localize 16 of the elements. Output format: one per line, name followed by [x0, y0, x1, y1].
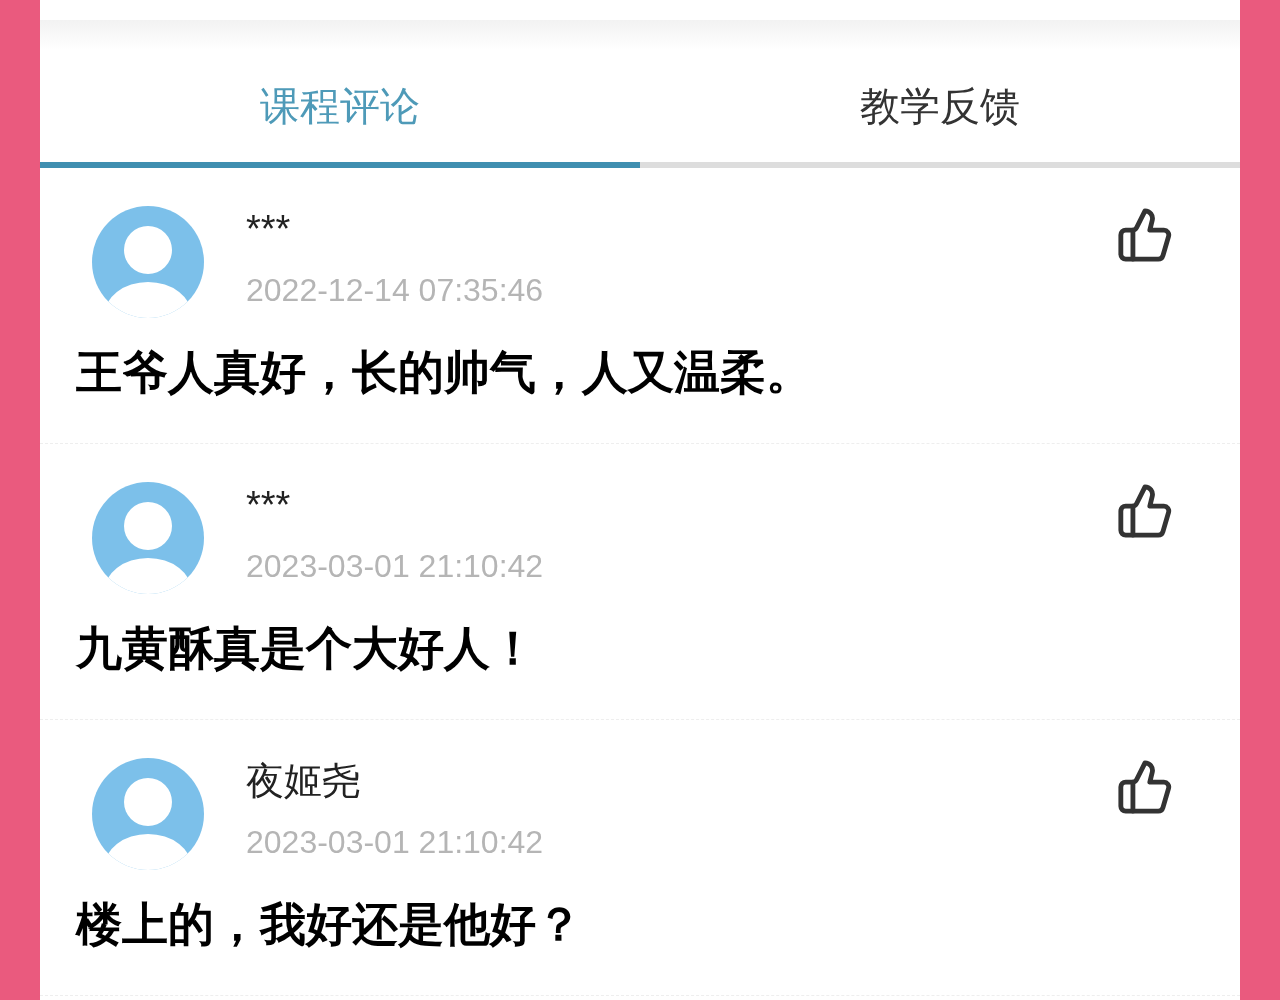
user-name: ***	[246, 483, 292, 528]
tab[interactable]: 教学反馈	[640, 50, 1240, 168]
comment-time: 2022-12-14 07:35:46	[246, 271, 545, 310]
like-button[interactable]	[1116, 758, 1174, 816]
user-name: 夜姬尧	[246, 759, 361, 804]
user-name: ***	[246, 207, 292, 252]
avatar-icon	[90, 756, 206, 872]
avatar-icon	[90, 204, 206, 320]
comment-time: 2023-03-01 21:10:42	[246, 547, 545, 586]
comment-text: 王爷人真好，长的帅气，人又温柔。	[76, 345, 813, 400]
comment-text: 楼上的，我好还是他好？	[76, 897, 583, 952]
like-button[interactable]	[1116, 482, 1174, 540]
avatar-icon	[90, 480, 206, 596]
like-button[interactable]	[1116, 206, 1174, 264]
comment-text: 九黄酥真是个大好人！	[76, 621, 537, 676]
comment-time: 2023-03-01 21:10:42	[246, 823, 545, 862]
